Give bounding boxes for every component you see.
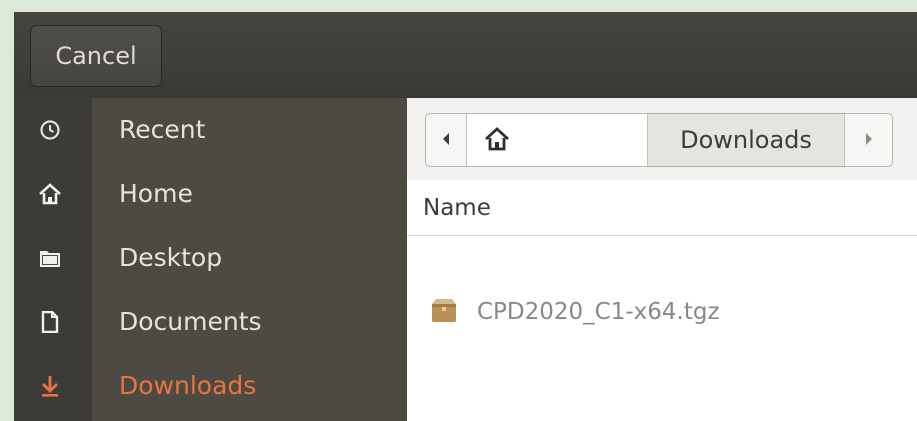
sidebar-item-recent[interactable]: Recent xyxy=(14,98,407,162)
archive-icon xyxy=(429,298,459,324)
breadcrumb: Downloads xyxy=(425,113,893,167)
column-header-name[interactable]: Name xyxy=(407,180,917,236)
path-button-home[interactable] xyxy=(467,114,648,166)
sidebar-item-home[interactable]: Home xyxy=(14,162,407,226)
document-icon xyxy=(36,308,64,336)
sidebar-item-label: Downloads xyxy=(119,371,257,400)
file-name: CPD2020_C1-x64.tgz xyxy=(477,299,720,325)
file-chooser-dialog: Cancel Recent Home Desktop Documents Dow… xyxy=(14,12,917,421)
file-view: Downloads Name CPD2020_C1-x64.tgz xyxy=(407,98,917,421)
home-icon xyxy=(484,127,510,153)
sidebar-item-desktop[interactable]: Desktop xyxy=(14,226,407,290)
sidebar-item-label: Documents xyxy=(119,307,262,336)
home-icon xyxy=(36,180,64,208)
path-scroll-left-button[interactable] xyxy=(426,114,467,166)
folder-icon xyxy=(36,244,64,272)
clock-icon xyxy=(36,116,64,144)
path-bar: Downloads xyxy=(407,98,917,180)
header-bar: Cancel xyxy=(14,12,917,98)
cancel-button[interactable]: Cancel xyxy=(30,25,162,87)
places-sidebar: Recent Home Desktop Documents Downloads xyxy=(14,98,407,421)
chevron-left-icon xyxy=(441,131,451,150)
chevron-right-icon xyxy=(864,131,874,150)
sidebar-item-label: Desktop xyxy=(119,243,223,272)
sidebar-item-documents[interactable]: Documents xyxy=(14,290,407,354)
download-icon xyxy=(36,372,64,400)
list-item[interactable]: CPD2020_C1-x64.tgz xyxy=(407,288,917,336)
path-button-downloads[interactable]: Downloads xyxy=(648,114,845,166)
sidebar-item-label: Home xyxy=(119,179,193,208)
sidebar-item-label: Recent xyxy=(119,115,206,144)
sidebar-item-downloads[interactable]: Downloads xyxy=(14,354,407,418)
path-scroll-right-button[interactable] xyxy=(845,114,892,166)
